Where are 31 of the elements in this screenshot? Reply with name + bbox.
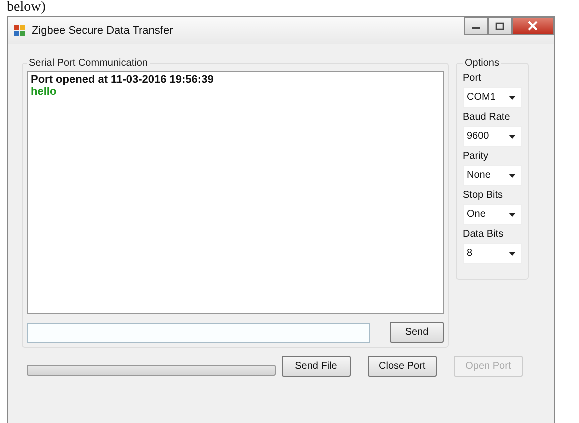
window-title: Zigbee Secure Data Transfer [32, 24, 174, 36]
log-line: hello [31, 86, 58, 98]
app-icon [14, 24, 26, 36]
dropdown-arrow-icon [509, 96, 516, 100]
option-label: Stop Bits [463, 190, 504, 201]
maximize-icon [495, 22, 505, 30]
maximize-button[interactable] [488, 17, 512, 35]
close-icon [528, 21, 538, 31]
option-dropdown[interactable]: None [463, 165, 522, 186]
dropdown-arrow-icon [509, 212, 516, 216]
option-dropdown[interactable]: One [463, 204, 522, 225]
option-label: Data Bits [463, 229, 505, 240]
group-title: Options [464, 58, 500, 69]
option-label: Parity [463, 151, 490, 162]
message-field[interactable] [27, 322, 370, 342]
option-label: Port [463, 73, 482, 84]
minimize-button[interactable] [464, 17, 488, 35]
option-dropdown[interactable]: 9600 [463, 126, 522, 147]
option-dropdown[interactable]: 8 [463, 243, 522, 264]
document-text: below) [7, 0, 46, 16]
dropdown-arrow-icon [509, 252, 516, 256]
action-button[interactable]: Send File [282, 356, 351, 377]
option-dropdown[interactable]: COM1 [463, 87, 522, 108]
dropdown-arrow-icon [509, 134, 516, 138]
dropdown-arrow-icon [509, 174, 516, 178]
group-title: Serial Port Communication [28, 58, 149, 69]
close-button[interactable] [512, 17, 554, 35]
log-line: Port opened at 11-03-2016 19:56:39 [31, 74, 215, 86]
action-button[interactable]: Close Port [368, 356, 437, 377]
send-button[interactable]: Send [390, 322, 444, 343]
option-label: Baud Rate [463, 112, 512, 123]
